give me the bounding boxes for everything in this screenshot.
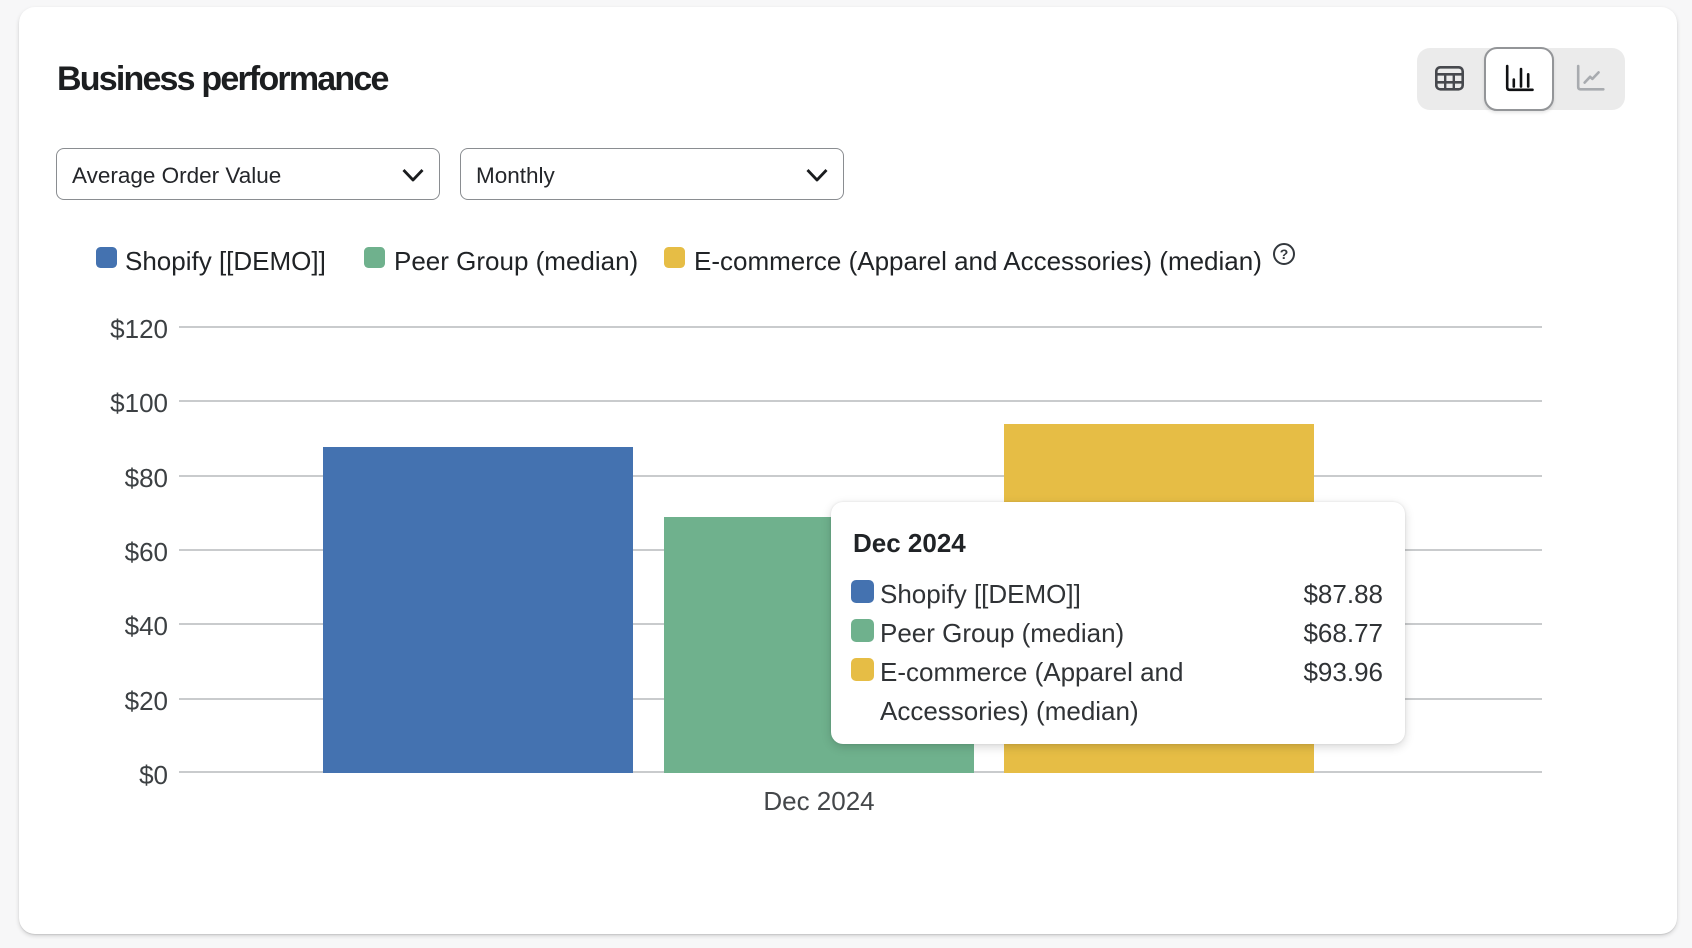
svg-text:?: ? [1280, 246, 1289, 262]
